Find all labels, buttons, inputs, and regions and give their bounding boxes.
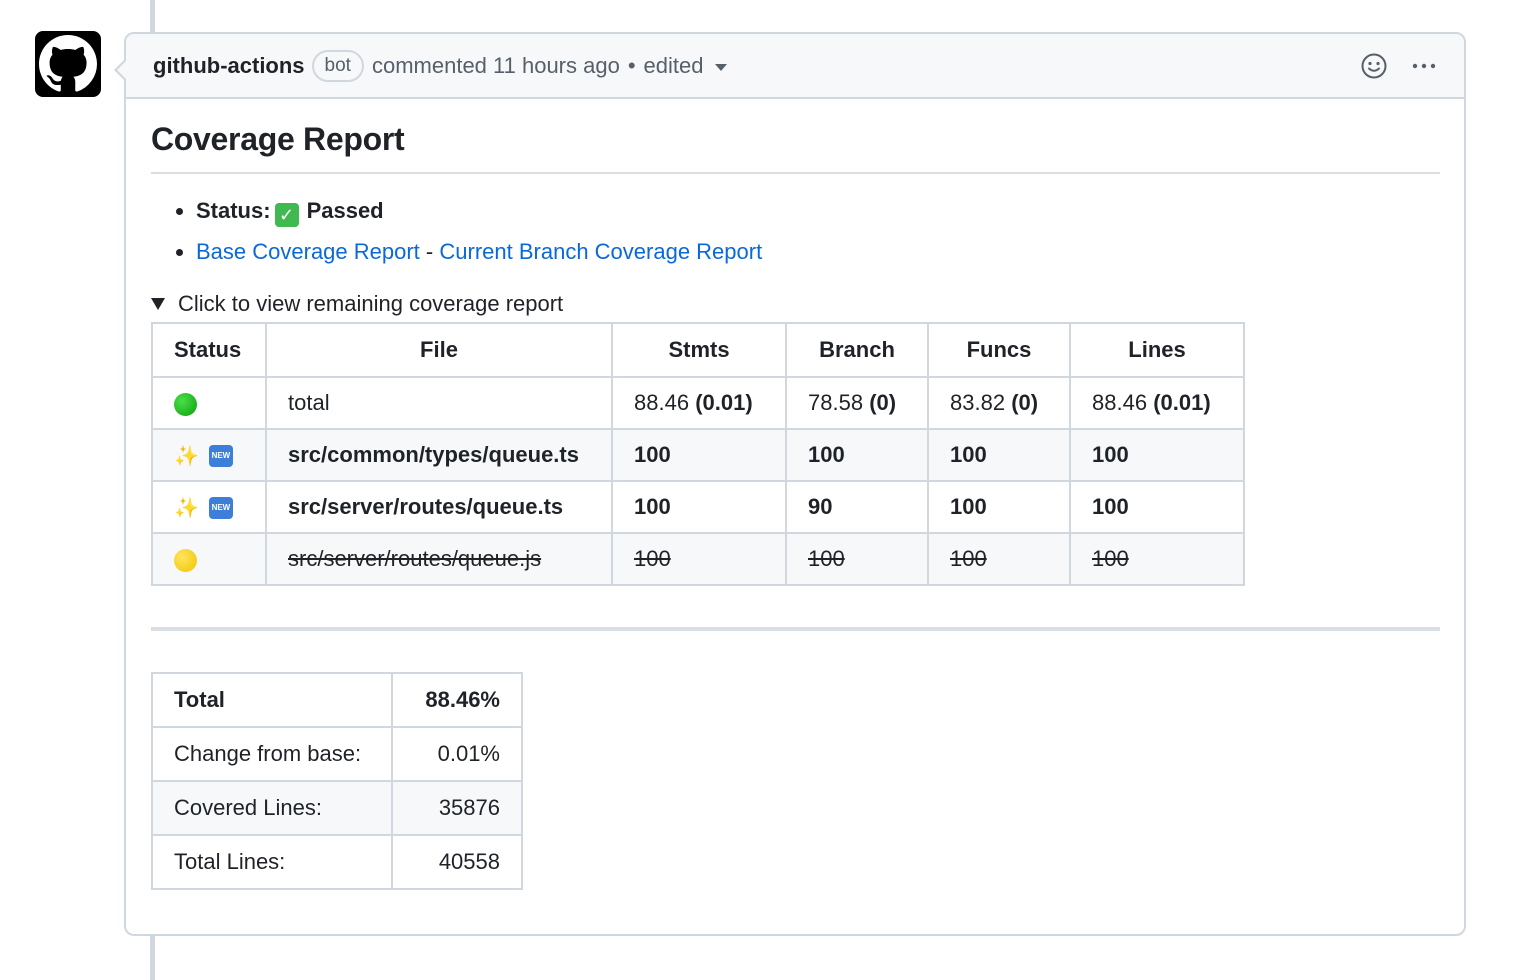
bot-badge: bot xyxy=(311,49,364,82)
table-row: total 88.46 (0.01) 78.58 (0) 83.82 (0) 8… xyxy=(151,376,1245,430)
branch-cell: 100 xyxy=(785,428,929,482)
table-header-row: Status File Stmts Branch Funcs Lines xyxy=(151,322,1245,378)
table-row: ✨ NEW src/server/routes/queue.ts 100 90 1… xyxy=(151,480,1245,534)
branch-cell: 100 xyxy=(785,532,929,586)
status-cell: ✨ NEW xyxy=(151,428,267,482)
edited-dropdown[interactable]: edited xyxy=(644,53,728,79)
file-cell: src/common/types/queue.ts xyxy=(265,428,613,482)
links-item: Base Coverage Report - Current Branch Co… xyxy=(196,239,1440,265)
details-summary-label: Click to view remaining coverage report xyxy=(178,291,564,316)
status-item: Status:✓ Passed xyxy=(196,198,1440,227)
funcs-cell: 100 xyxy=(927,428,1071,482)
github-mark-icon xyxy=(39,35,97,92)
file-cell: total xyxy=(265,376,613,430)
file-cell: src/server/routes/queue.js xyxy=(265,532,613,586)
new-icon: NEW xyxy=(208,496,233,519)
summary-value: 0.01% xyxy=(391,726,523,782)
summary-label: Change from base: xyxy=(151,726,393,782)
yellow-circle-icon xyxy=(174,548,197,572)
report-title: Coverage Report xyxy=(151,121,1440,174)
lines-cell: 100 xyxy=(1069,428,1245,482)
status-cell xyxy=(151,376,267,430)
author-link[interactable]: github-actions xyxy=(153,53,305,79)
status-cell xyxy=(151,532,267,586)
header-branch: Branch xyxy=(785,322,929,378)
status-label: Status: xyxy=(196,198,271,223)
kebab-horizontal-icon xyxy=(1412,63,1436,69)
separator-dot: • xyxy=(627,52,636,78)
coverage-table: Status File Stmts Branch Funcs Lines tot… xyxy=(151,322,1245,586)
lines-cell: 88.46 (0.01) xyxy=(1069,376,1245,430)
triangle-down-icon xyxy=(151,298,165,310)
status-value: Passed xyxy=(306,198,384,223)
funcs-cell: 100 xyxy=(927,532,1071,586)
header-file: File xyxy=(265,322,613,378)
funcs-cell: 83.82 (0) xyxy=(927,376,1071,430)
stmts-cell: 88.46 (0.01) xyxy=(611,376,787,430)
summary-value: 88.46% xyxy=(391,672,523,728)
details-toggle[interactable]: Click to view remaining coverage report xyxy=(151,291,1440,317)
table-row: Total 88.46% xyxy=(151,672,523,728)
more-options-button[interactable] xyxy=(1408,50,1440,82)
summary-label: Covered Lines: xyxy=(151,780,393,836)
green-circle-icon xyxy=(174,392,197,416)
add-reaction-button[interactable] xyxy=(1358,50,1390,82)
avatar[interactable] xyxy=(35,31,101,97)
comment-box: github-actions bot commented 11 hours ag… xyxy=(114,32,1466,936)
report-summary-list: Status:✓ Passed Base Coverage Report - Cu… xyxy=(151,198,1440,265)
table-row: Covered Lines: 35876 xyxy=(151,780,523,836)
comment-timestamp[interactable]: commented 11 hours ago xyxy=(372,53,620,79)
summary-value: 40558 xyxy=(391,834,523,890)
stmts-cell: 100 xyxy=(611,480,787,534)
status-cell: ✨ NEW xyxy=(151,480,267,534)
summary-label: Total xyxy=(151,672,393,728)
smiley-icon xyxy=(1361,53,1387,79)
lines-cell: 100 xyxy=(1069,480,1245,534)
comment-body: Coverage Report Status:✓ Passed Base Cove… xyxy=(126,99,1464,890)
base-coverage-report-link[interactable]: Base Coverage Report xyxy=(196,239,420,264)
header-stmts: Stmts xyxy=(611,322,787,378)
summary-table: Total 88.46% Change from base: 0.01% Cov… xyxy=(151,672,523,890)
edited-label: edited xyxy=(643,52,704,78)
table-row: ✨ NEW src/common/types/queue.ts 100 100 1… xyxy=(151,428,1245,482)
branch-cell: 90 xyxy=(785,480,929,534)
funcs-cell: 100 xyxy=(927,480,1071,534)
table-row: src/server/routes/queue.js 100 100 100 1… xyxy=(151,532,1245,586)
header-status: Status xyxy=(151,322,267,378)
branch-cell: 78.58 (0) xyxy=(785,376,929,430)
stmts-cell: 100 xyxy=(611,532,787,586)
table-row: Change from base: 0.01% xyxy=(151,726,523,782)
section-divider xyxy=(151,627,1440,631)
summary-label: Total Lines: xyxy=(151,834,393,890)
current-branch-coverage-report-link[interactable]: Current Branch Coverage Report xyxy=(439,239,762,264)
link-separator: - xyxy=(425,239,434,264)
comment-header: github-actions bot commented 11 hours ag… xyxy=(126,34,1464,99)
table-row: Total Lines: 40558 xyxy=(151,834,523,890)
summary-value: 35876 xyxy=(391,780,523,836)
header-lines: Lines xyxy=(1069,322,1245,378)
lines-cell: 100 xyxy=(1069,532,1245,586)
sparkles-icon: ✨ xyxy=(174,445,199,468)
white-check-mark-icon: ✓ xyxy=(274,203,299,227)
file-cell: src/server/routes/queue.ts xyxy=(265,480,613,534)
chevron-down-icon xyxy=(715,64,728,71)
header-funcs: Funcs xyxy=(927,322,1071,378)
new-icon: NEW xyxy=(208,444,233,467)
stmts-cell: 100 xyxy=(611,428,787,482)
sparkles-icon: ✨ xyxy=(174,497,199,520)
